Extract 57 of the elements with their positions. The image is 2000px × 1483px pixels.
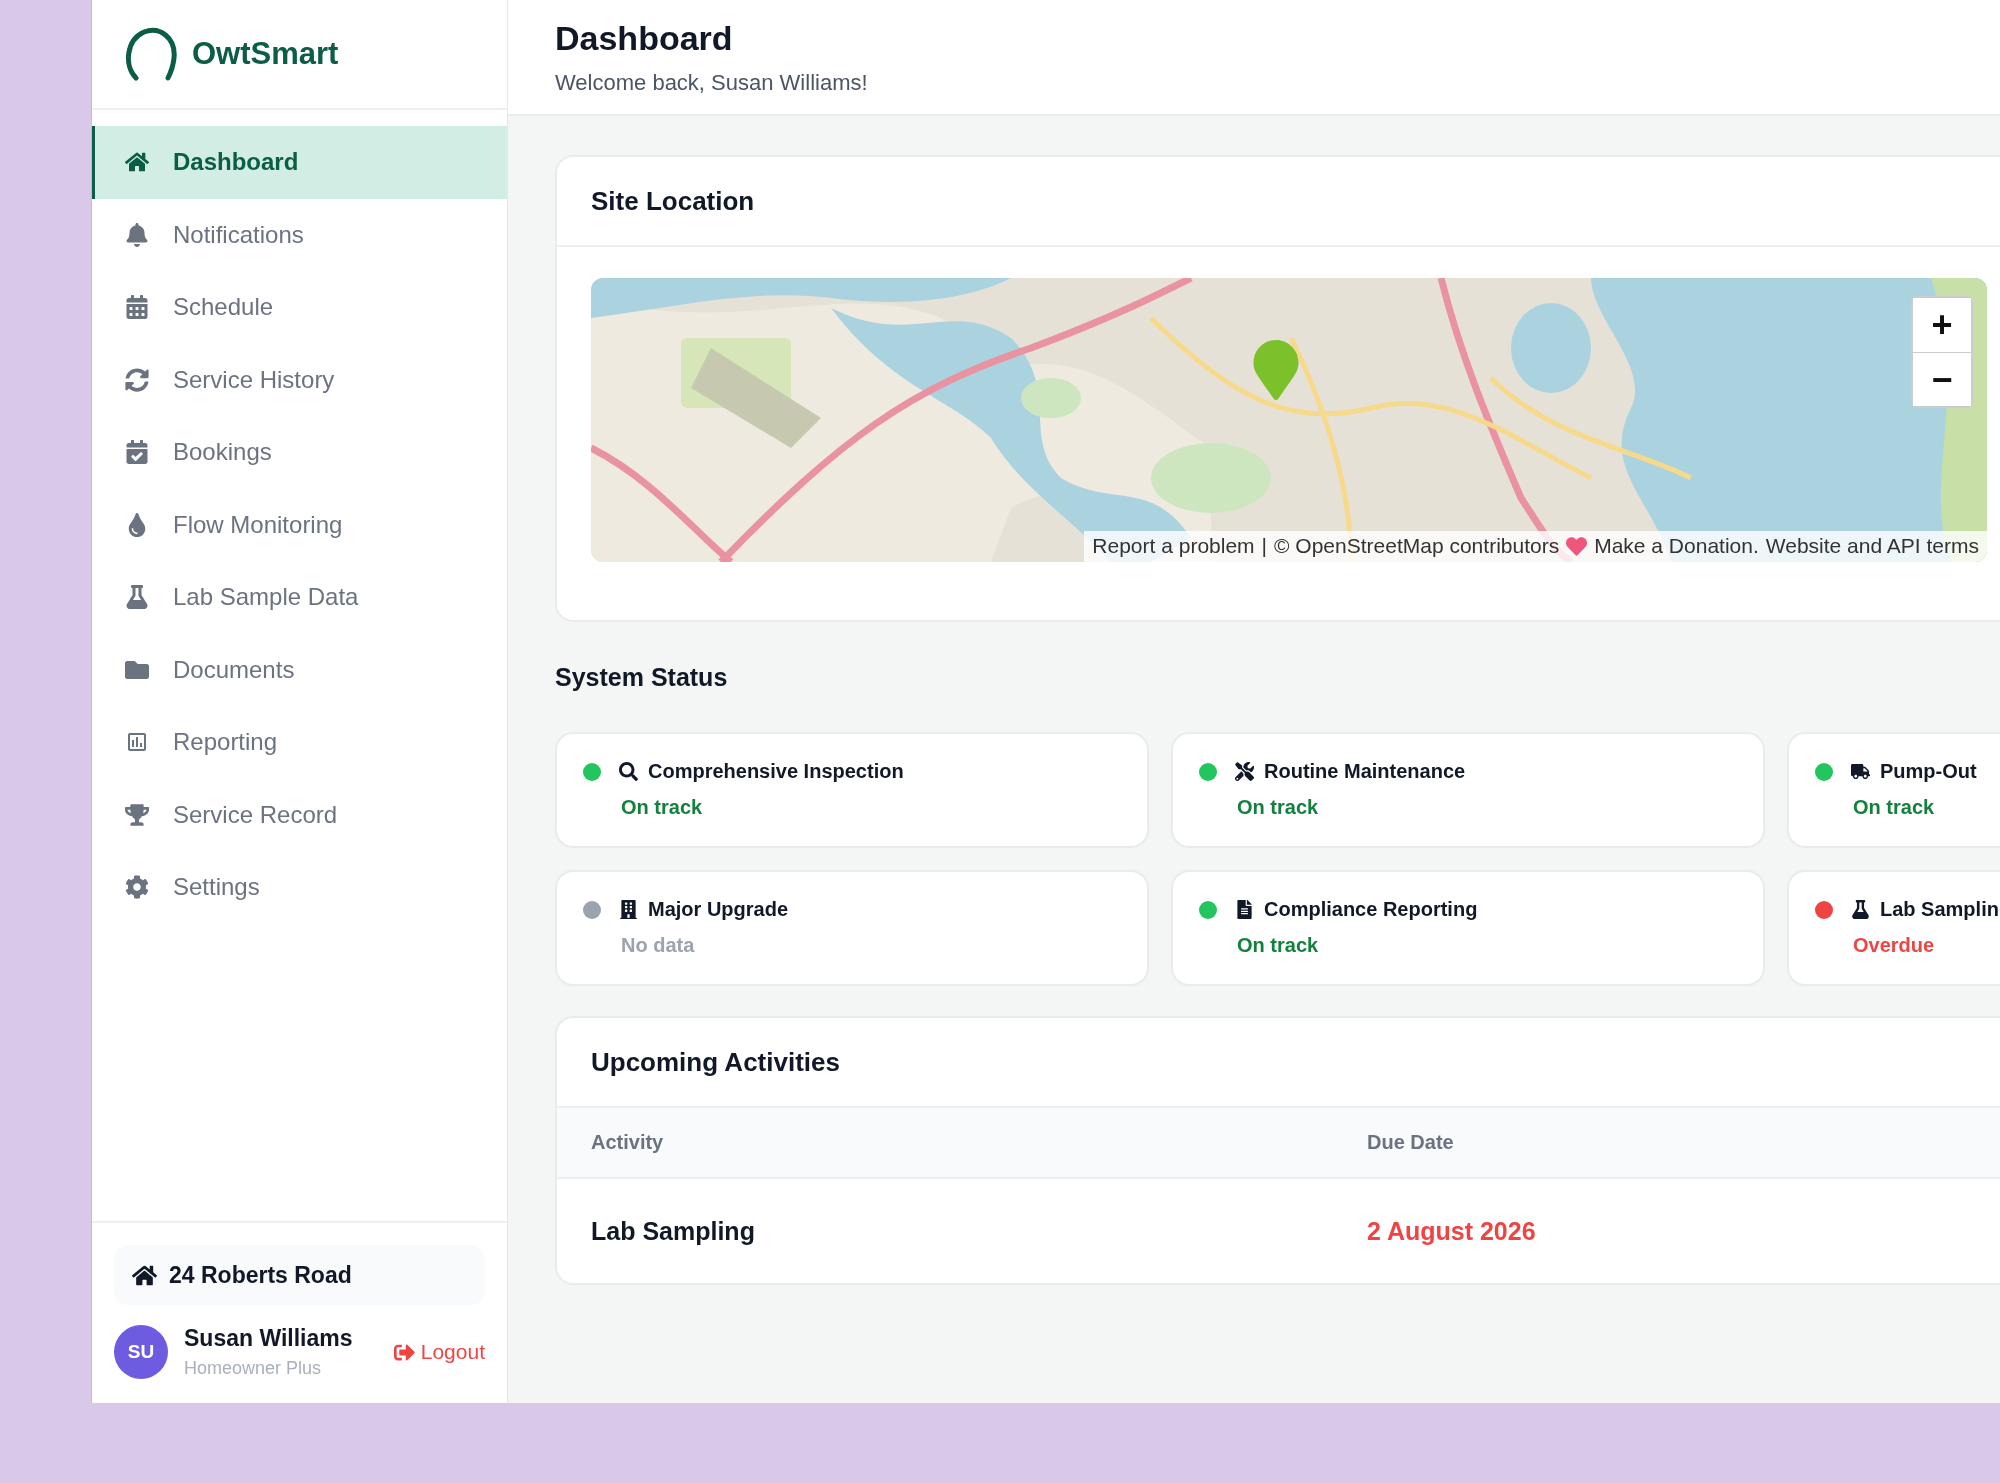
nav-item[interactable]: Settings [92,851,507,924]
activity-cell-text: Lab Sampling [591,1216,756,1246]
calendar-icon [125,295,149,320]
welcome-text: Welcome back, Susan Williams! [555,69,869,96]
status-text: On track [1237,934,1320,957]
settings-icon [125,875,149,900]
nav-item[interactable]: Service Record [92,778,507,851]
zoom-out-button[interactable]: − [1913,352,1971,406]
column-header: Activity [591,1131,665,1154]
page-title: Dashboard [555,18,734,58]
nav-item[interactable]: Dashboard [92,126,507,199]
nav-item[interactable]: Service History [92,343,507,416]
document-icon [1235,900,1254,919]
report-link[interactable]: Report a problem [1092,534,1255,558]
nav-item[interactable]: Bookings [92,416,507,489]
bell-icon [125,222,149,247]
status-title: Major Upgrade [648,898,789,921]
trophy-icon [125,802,149,827]
status-text: No data [621,934,696,957]
user-name: Susan Williams [184,1325,354,1352]
status-text: On track [621,796,704,819]
flask-icon [125,585,149,610]
status-title: Pump-Out [1880,760,1977,783]
tools-icon [1235,762,1254,781]
user-avatar: SU [114,1325,168,1379]
separator: | [1261,534,1268,558]
nav-item[interactable]: Reporting [92,706,507,779]
nav-item[interactable]: Documents [92,633,507,706]
due-date-cell-text: 2 August 2026 [1367,1216,1537,1246]
status-title: Comprehensive Inspection [648,760,904,783]
status-text: On track [1237,796,1320,819]
user-plan: Homeowner Plus [184,1358,323,1379]
nav-item[interactable]: Flow Monitoring [92,488,507,561]
status-text: Overdue [1853,934,1936,957]
terms-link[interactable]: Website and API terms [1765,534,1979,558]
status-title: Routine Maintenance [1264,760,1466,783]
column-header: Due Date [1367,1131,1455,1154]
section-title: System Status [555,661,729,693]
flask-icon [1851,900,1870,919]
property-address: 24 Roberts Road [114,1245,485,1305]
nav-item[interactable]: Schedule [92,271,507,344]
donate-link[interactable]: Make a Donation. [1594,534,1759,558]
nav-item[interactable]: Notifications [92,198,507,271]
status-text: On track [1853,796,1936,819]
status-title: Lab Samplin [1880,898,1999,921]
building-icon [619,900,638,919]
refresh-icon [125,367,149,392]
brand-name: OwtSmart [192,36,339,72]
search-icon [619,762,638,781]
osm-link[interactable]: © OpenStreetMap contributors [1274,534,1560,558]
logout-link[interactable]: Logout [393,1340,485,1364]
calendar-check-icon [125,440,149,465]
status-title: Compliance Reporting [1264,898,1478,921]
card-title: Site Location [557,157,2000,247]
heart-icon [1566,535,1588,557]
nav-item[interactable]: Lab Sample Data [92,561,507,634]
truck-icon [1851,762,1870,781]
